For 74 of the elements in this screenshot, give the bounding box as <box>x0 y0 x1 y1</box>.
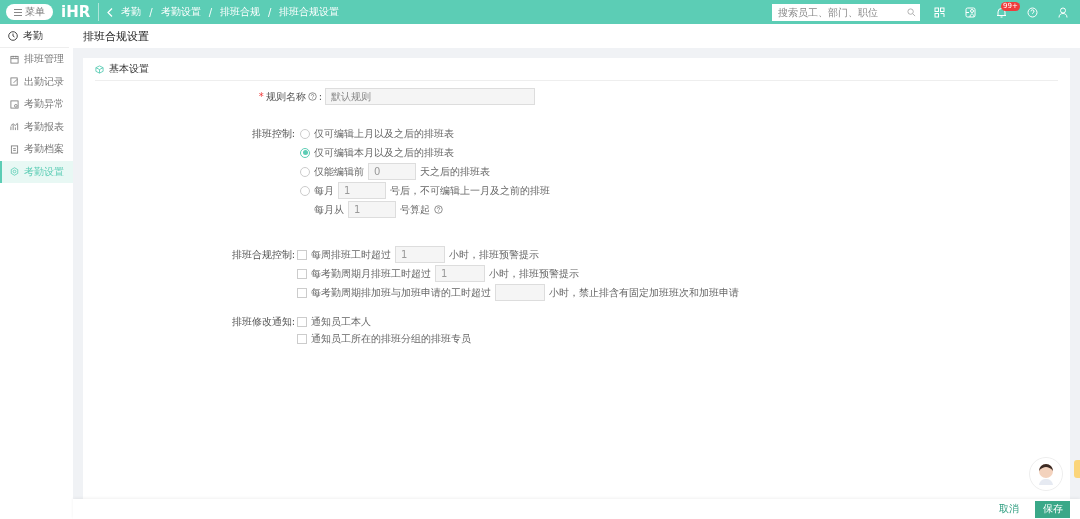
field-label: 排班控制: <box>250 127 295 141</box>
assistant-avatar[interactable] <box>1029 457 1063 491</box>
breadcrumb-separator: / <box>208 6 212 18</box>
breadcrumb-separator: / <box>268 6 272 18</box>
calendar-icon <box>10 54 19 64</box>
option-label: 仅能编辑前 <box>314 164 364 179</box>
sidebar-title: 考勤 <box>23 28 43 43</box>
field-label: 排班修改通知: <box>230 315 295 329</box>
clock-icon <box>8 30 18 41</box>
option-label: 小时，禁止排含有固定加班班次和加班申请 <box>549 285 739 300</box>
number-field[interactable]: 0 <box>368 163 416 180</box>
bell-icon[interactable] <box>996 6 1007 18</box>
checkbox[interactable] <box>297 268 307 279</box>
user-icon[interactable] <box>1058 6 1068 18</box>
label-colon: : <box>318 90 322 104</box>
sidebar-item[interactable]: 出勤记录 <box>0 70 73 93</box>
number-field[interactable]: 1 <box>395 246 445 263</box>
option-label: 小时，排班预警提示 <box>449 247 539 262</box>
checkbox[interactable] <box>297 287 307 298</box>
option-label: 每考勤周期月排班工时超过 <box>311 266 431 281</box>
option-label: 每周排班工时超过 <box>311 247 391 262</box>
breadcrumb-link[interactable]: 考勤 <box>121 5 142 19</box>
qr-code-icon[interactable] <box>934 6 945 18</box>
option-label: 仅可编辑本月以及之后的排班表 <box>314 145 454 160</box>
side-tab[interactable] <box>1074 460 1080 478</box>
breadcrumb-separator: / <box>149 6 153 18</box>
required-mark: * <box>258 90 264 104</box>
option-label: 仅可编辑上月以及之后的排班表 <box>314 126 454 141</box>
page-title: 排班合规设置 <box>83 28 149 44</box>
option-label: 每月 <box>314 183 334 198</box>
number-field[interactable]: 1 <box>348 201 396 218</box>
sidebar-item[interactable]: 考勤设置 <box>0 160 73 183</box>
settings-icon <box>10 167 19 177</box>
option-label: 每考勤周期排加班与加班申请的工时超过 <box>311 285 491 300</box>
search-icon[interactable] <box>907 7 916 17</box>
document-icon <box>10 99 19 109</box>
number-field[interactable] <box>495 284 545 301</box>
option-label: 通知员工所在的排班分组的排班专员 <box>311 331 471 346</box>
option-label: 通知员工本人 <box>311 314 371 329</box>
checkbox[interactable] <box>297 316 307 327</box>
option-label: 号算起 <box>400 202 430 217</box>
checkbox[interactable] <box>297 249 307 260</box>
menu-button[interactable]: 菜单 <box>6 4 53 20</box>
section-title: 基本设置 <box>109 62 149 76</box>
sidebar-item[interactable]: 考勤档案 <box>0 138 73 161</box>
checkbox[interactable] <box>297 333 307 344</box>
back-icon[interactable] <box>107 7 114 17</box>
sidebar-item[interactable]: 考勤报表 <box>0 115 73 138</box>
logo[interactable]: iHR <box>61 3 100 21</box>
cancel-button[interactable]: 取消 <box>993 501 1025 517</box>
breadcrumb-link[interactable]: 排班合规 <box>220 5 260 19</box>
help-icon[interactable] <box>307 92 317 101</box>
breadcrumb-link[interactable]: 排班合规设置 <box>279 5 340 19</box>
edit-icon <box>10 77 19 87</box>
option-label: 天之后的排班表 <box>420 164 490 179</box>
option-label: 小时，排班预警提示 <box>489 266 579 281</box>
save-button[interactable]: 保存 <box>1035 500 1070 518</box>
file-icon <box>10 144 19 154</box>
option-label: 每月从 <box>314 202 344 217</box>
search-field[interactable]: 搜索员工、部门、职位 <box>772 3 920 21</box>
box-icon <box>95 64 104 74</box>
sidebar-item[interactable]: 排班管理 <box>0 48 73 71</box>
field-label: 排班合规控制: <box>230 248 295 262</box>
help-icon[interactable] <box>434 205 443 214</box>
field-label: 规则名称 <box>265 90 306 104</box>
chart-icon <box>10 122 19 132</box>
sidebar-item[interactable]: 考勤异常 <box>0 93 73 116</box>
number-field[interactable]: 1 <box>435 265 485 282</box>
menu-icon <box>14 8 22 16</box>
rule-name-field[interactable]: 默认规则 <box>325 88 535 105</box>
org-chart-icon[interactable] <box>965 6 976 18</box>
breadcrumb-link[interactable]: 考勤设置 <box>160 5 201 19</box>
number-field[interactable]: 1 <box>338 182 386 199</box>
option-label: 号后，不可编辑上一月及之前的排班 <box>390 183 550 198</box>
